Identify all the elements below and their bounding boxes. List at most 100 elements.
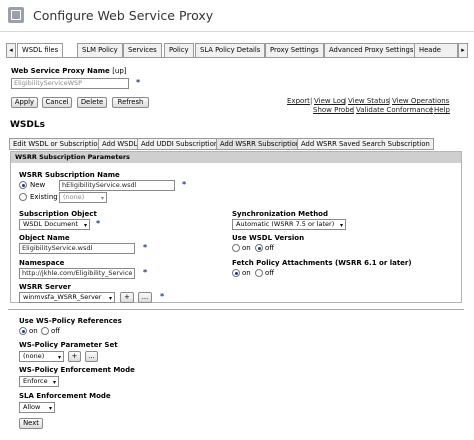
page-title: Configure Web Service Proxy	[33, 8, 214, 23]
ws-policy-enforcement-select[interactable]: Enforce ▾	[19, 376, 59, 387]
header-divider	[0, 31, 474, 32]
wsdl-version-on-radio[interactable]	[232, 244, 240, 252]
required-marker: *	[96, 219, 101, 228]
tab-wsdl-files[interactable]: WSDL files	[17, 43, 64, 58]
edit-param-set-button[interactable]: ...	[85, 351, 98, 362]
required-marker: *	[160, 292, 165, 301]
proxy-name-label: Web Service Proxy Name [up]	[11, 67, 127, 75]
add-param-set-button[interactable]: +	[68, 351, 81, 362]
ws-policy-off-label: off	[51, 327, 61, 335]
proxy-icon	[8, 7, 24, 23]
next-button[interactable]: Next	[19, 418, 43, 429]
use-wsdl-version-label: Use WSDL Version	[232, 234, 305, 242]
tab-slm-policy[interactable]: SLM Policy	[77, 43, 123, 58]
tab-headers[interactable]: Heade	[414, 43, 458, 58]
link-separator: |	[310, 97, 313, 105]
ws-policy-references-label: Use WS-Policy References	[19, 317, 122, 325]
refresh-button[interactable]: Refresh	[112, 97, 149, 108]
new-radio[interactable]	[19, 181, 27, 189]
fetch-policy-off-radio[interactable]	[255, 269, 263, 277]
existing-radio[interactable]	[19, 193, 27, 201]
wsdl-version-off-radio[interactable]	[255, 244, 263, 252]
view-status-link[interactable]: View Status	[348, 97, 389, 105]
namespace-label: Namespace	[19, 259, 65, 267]
edit-wsrr-server-button[interactable]: ...	[138, 292, 152, 303]
export-link[interactable]: Export	[287, 97, 310, 105]
chevron-down-icon: ▾	[57, 354, 61, 361]
wsrr-server-select[interactable]: winmvsfa_WSRR_Server ▾	[19, 292, 115, 303]
chevron-down-icon: ▾	[100, 195, 104, 202]
link-separator: |	[352, 106, 355, 114]
show-probe-link[interactable]: Show Probe	[313, 106, 354, 114]
proxy-status: [up]	[112, 67, 127, 75]
apply-button[interactable]: Apply	[11, 97, 38, 108]
ws-policy-param-set-label: WS-Policy Parameter Set	[19, 341, 118, 349]
object-name-field[interactable]: EligibilityService.wsdl	[19, 243, 135, 254]
tab-advanced-proxy-settings[interactable]: Advanced Proxy Settings	[324, 43, 419, 58]
delete-button[interactable]: Delete	[77, 97, 107, 108]
subscription-name-field[interactable]: hEligibilityService.wsdl	[59, 180, 175, 191]
subtab-add-wsrr[interactable]: Add WSRR Subscription	[216, 138, 305, 150]
subscription-object-label: Subscription Object	[19, 210, 97, 218]
ws-policy-enforcement-value: Enforce	[23, 377, 48, 385]
namespace-field[interactable]: http://jkhle.com/Eligibility_Service	[19, 268, 135, 279]
view-log-link[interactable]: View Log	[314, 97, 345, 105]
fetch-policy-label: Fetch Policy Attachments (WSRR 6.1 or la…	[232, 259, 412, 267]
tab-policy[interactable]: Policy	[164, 43, 194, 58]
tab-proxy-settings[interactable]: Proxy Settings	[265, 43, 324, 58]
required-marker: *	[182, 180, 187, 189]
chevron-down-icon: ▾	[48, 405, 52, 412]
proxy-name-field[interactable]: EligibilityServiceWSP	[11, 78, 129, 89]
add-wsrr-server-button[interactable]: +	[120, 292, 134, 303]
link-separator: |	[344, 97, 347, 105]
wsdl-version-off-label: off	[265, 244, 275, 252]
tab-scroll-right-icon[interactable]: ▸	[458, 43, 468, 58]
view-operations-link[interactable]: View Operations	[392, 97, 449, 105]
existing-subscription-value: (none)	[63, 193, 85, 201]
subtab-add-wsrr-saved-search[interactable]: Add WSRR Saved Search Subscription	[297, 138, 434, 150]
ws-policy-param-set-select[interactable]: (none) ▾	[19, 351, 64, 362]
wsdl-version-on-label: on	[242, 244, 251, 252]
existing-subscription-select[interactable]: (none) ▾	[59, 192, 107, 203]
chevron-down-icon: ▾	[52, 379, 56, 386]
validate-conformance-link[interactable]: Validate Conformance	[356, 106, 433, 114]
help-link[interactable]: Help	[434, 106, 450, 114]
required-marker: *	[143, 243, 148, 252]
new-radio-label: New	[30, 181, 46, 189]
subscription-object-value: WSDL Document	[23, 220, 78, 228]
section-title: WSDLs	[10, 120, 45, 130]
link-separator: |	[430, 106, 433, 114]
cancel-button[interactable]: Cancel	[42, 97, 72, 108]
wsrr-server-value: winmvsfa_WSRR_Server	[23, 293, 102, 301]
fetch-policy-on-label: on	[242, 269, 251, 277]
subtab-add-uddi[interactable]: Add UDDI Subscription	[137, 138, 223, 150]
subscription-name-label: WSRR Subscription Name	[19, 171, 120, 179]
subtab-edit-wsdl[interactable]: Edit WSDL or Subscription	[9, 138, 106, 150]
tab-scroll-left-icon[interactable]: ◂	[6, 43, 16, 58]
section-divider	[8, 309, 464, 310]
fetch-policy-on-radio[interactable]	[232, 269, 240, 277]
tab-underline	[6, 57, 468, 58]
required-marker: *	[143, 268, 148, 277]
fetch-policy-off-label: off	[265, 269, 275, 277]
chevron-down-icon: ▾	[339, 222, 343, 229]
wsrr-server-label: WSRR Server	[19, 283, 71, 291]
ws-policy-param-set-value: (none)	[23, 352, 45, 360]
ws-policy-on-label: on	[29, 327, 38, 335]
sync-method-select[interactable]: Automatic (WSRR 7.5 or later) ▾	[232, 219, 346, 230]
ws-policy-on-radio[interactable]	[19, 327, 27, 335]
sla-enforcement-label: SLA Enforcement Mode	[19, 392, 111, 400]
tab-sla-policy-details[interactable]: SLA Policy Details	[195, 43, 266, 58]
proxy-name-label-text: Web Service Proxy Name	[11, 67, 110, 75]
sla-enforcement-select[interactable]: Allow ▾	[19, 402, 55, 413]
sync-method-value: Automatic (WSRR 7.5 or later)	[236, 220, 335, 228]
ws-policy-off-radio[interactable]	[41, 327, 49, 335]
sla-enforcement-value: Allow	[23, 403, 41, 411]
tab-services[interactable]: Services	[123, 43, 162, 58]
sync-method-label: Synchronization Method	[232, 210, 329, 218]
subscription-object-select[interactable]: WSDL Document ▾	[19, 219, 90, 230]
panel-header: WSRR Subscription Parameters	[11, 152, 461, 163]
chevron-down-icon: ▾	[83, 222, 87, 229]
subtab-add-wsdl[interactable]: Add WSDL	[98, 138, 142, 150]
object-name-label: Object Name	[19, 234, 70, 242]
